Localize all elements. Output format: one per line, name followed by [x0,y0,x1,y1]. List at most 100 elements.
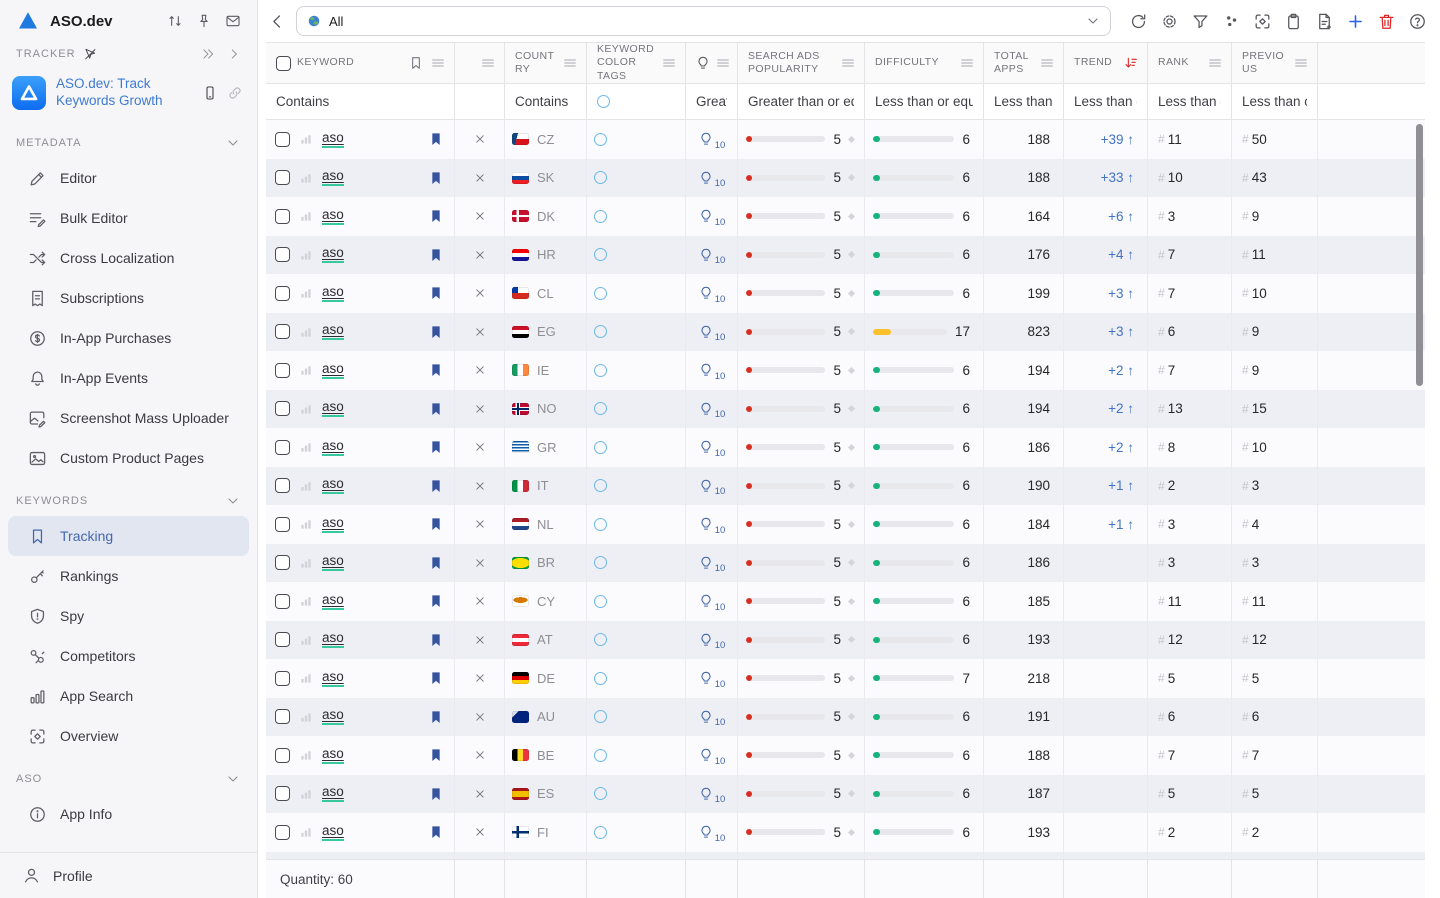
sidebar-item-editor[interactable]: Editor [8,158,249,198]
column-header-previous[interactable]: PREVIOUS [1232,43,1318,83]
color-tag-circle[interactable] [594,787,607,800]
tips-cell[interactable]: 10 [686,582,738,621]
remove-icon[interactable] [473,594,487,608]
column-menu-icon[interactable] [1293,55,1309,71]
column-header-difficulty[interactable]: DIFFICULTY [865,43,984,83]
scan-search-button[interactable] [1251,10,1273,32]
remove-icon[interactable] [473,402,487,416]
back-button[interactable] [268,12,290,31]
tips-cell[interactable]: 10 [686,544,738,583]
sidebar-item-app-info[interactable]: App Info [8,794,249,834]
row-checkbox[interactable] [275,709,290,724]
keyword-link[interactable]: aso [322,362,344,379]
row-checkbox[interactable] [275,209,290,224]
import-file-button[interactable] [1313,10,1335,32]
keyword-link[interactable]: aso [322,554,344,571]
mail-icon[interactable] [225,13,241,29]
tips-cell[interactable]: 10 [686,775,738,814]
sidebar-item-competitors[interactable]: Competitors [8,636,249,676]
bookmark-filled-icon[interactable] [428,478,444,494]
compare-icon[interactable] [167,13,183,29]
bookmark-filled-icon[interactable] [428,632,444,648]
remove-icon[interactable] [473,171,487,185]
sidebar-item-tracking[interactable]: Tracking [8,516,249,556]
tips-cell[interactable]: 10 [686,236,738,275]
bookmark-filled-icon[interactable] [428,170,444,186]
sidebar-item-custom-product-pages[interactable]: Custom Product Pages [8,438,249,478]
keyword-link[interactable]: aso [322,708,344,725]
tracked-app-card[interactable]: ASO.dev: Track Keywords Growth [0,68,257,120]
color-tag-circle[interactable] [597,95,610,108]
add-keyword-button[interactable] [1344,10,1366,32]
row-checkbox[interactable] [275,478,290,493]
sidebar-item-in-app-purchases[interactable]: In-App Purchases [8,318,249,358]
row-checkbox[interactable] [275,671,290,686]
sidebar-item-bulk-editor[interactable]: Bulk Editor [8,198,249,238]
color-tag-circle[interactable] [594,133,607,146]
keyword-link[interactable]: aso [322,477,344,494]
row-checkbox[interactable] [275,440,290,455]
remove-icon[interactable] [473,748,487,762]
bookmark-filled-icon[interactable] [428,285,444,301]
bookmark-filled-icon[interactable] [428,593,444,609]
sidebar-item-rankings[interactable]: Rankings [8,556,249,596]
phone-icon[interactable] [202,85,218,101]
country-scope-select[interactable]: All [296,6,1111,36]
tips-cell[interactable]: 10 [686,467,738,506]
row-checkbox[interactable] [275,132,290,147]
remove-icon[interactable] [473,787,487,801]
keyword-link[interactable]: aso [322,439,344,456]
tips-cell[interactable]: 10 [686,659,738,698]
row-checkbox[interactable] [275,170,290,185]
remove-icon[interactable] [473,248,487,262]
bookmark-filled-icon[interactable] [428,709,444,725]
row-checkbox[interactable] [275,363,290,378]
color-tag-circle[interactable] [594,210,607,223]
column-menu-icon[interactable] [562,55,578,71]
remove-icon[interactable] [473,363,487,377]
bookmark-filled-icon[interactable] [428,208,444,224]
filter-keyword[interactable]: Contains [266,84,455,119]
keyword-link[interactable]: aso [322,670,344,687]
delete-button[interactable] [1375,10,1397,32]
keyword-link[interactable]: aso [322,400,344,417]
row-checkbox[interactable] [275,517,290,532]
tips-cell[interactable]: 10 [686,197,738,236]
bookmark-filled-icon[interactable] [428,824,444,840]
column-menu-icon[interactable] [661,55,677,71]
sidebar-item-profile[interactable]: Profile [0,852,257,898]
sidebar-item-cross-localization[interactable]: Cross Localization [8,238,249,278]
sidebar-item-in-app-events[interactable]: In-App Events [8,358,249,398]
tips-cell[interactable]: 10 [686,159,738,198]
row-checkbox[interactable] [275,594,290,609]
tips-cell[interactable]: 10 [686,813,738,852]
remove-icon[interactable] [473,286,487,300]
tips-cell[interactable]: 10 [686,698,738,737]
column-header-color-tags[interactable]: KEYWORD COLOR TAGS [587,43,686,83]
bookmark-filled-icon[interactable] [428,670,444,686]
tips-cell[interactable]: 10 [686,736,738,775]
section-header-keywords[interactable]: KEYWORDS [0,478,257,516]
bookmark-filled-icon[interactable] [428,747,444,763]
bookmark-filled-icon[interactable] [428,516,444,532]
column-menu-icon[interactable] [959,55,975,71]
column-menu-icon[interactable] [430,55,446,71]
link-icon[interactable] [227,85,243,101]
color-tag-circle[interactable] [594,633,607,646]
column-header-tips[interactable] [686,43,738,83]
keyword-link[interactable]: aso [322,323,344,340]
remove-icon[interactable] [473,710,487,724]
vertical-scrollbar[interactable] [1416,124,1423,386]
keyword-link[interactable]: aso [322,747,344,764]
filter-difficulty[interactable]: Less than or equal ... [865,84,984,119]
color-tag-circle[interactable] [594,287,607,300]
bookmark-icon[interactable] [408,55,424,71]
column-header-popularity[interactable]: SEARCH ADS POPULARITY [738,43,865,83]
color-tag-circle[interactable] [594,518,607,531]
filter-color-tags[interactable] [587,84,686,119]
bookmark-filled-icon[interactable] [428,324,444,340]
remove-icon[interactable] [473,825,487,839]
row-checkbox[interactable] [275,324,290,339]
color-tag-circle[interactable] [594,364,607,377]
column-header-trend[interactable]: TREND [1064,43,1148,83]
